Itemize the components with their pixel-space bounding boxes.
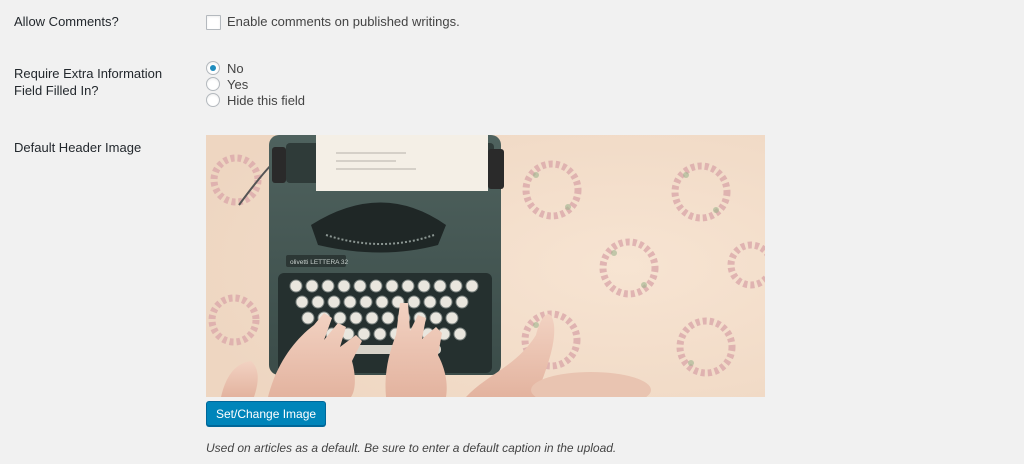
radio-hide-field-label: Hide this field xyxy=(227,93,306,108)
allow-comments-label: Allow Comments? xyxy=(14,14,119,29)
header-image-description: Used on articles as a default. Be sure t… xyxy=(206,441,617,455)
header-image-label: Default Header Image xyxy=(14,140,142,155)
enable-comments-text: Enable comments on published writings. xyxy=(227,14,460,29)
extra-info-label: Require Extra Information Field Filled I… xyxy=(14,66,163,98)
radio-yes[interactable] xyxy=(206,77,220,91)
radio-no[interactable] xyxy=(206,61,220,75)
radio-hide-field[interactable] xyxy=(206,93,220,107)
radio-yes-label: Yes xyxy=(227,77,249,92)
set-change-image-button[interactable]: Set/Change Image xyxy=(206,401,327,426)
typewriter-brand-text: olivetti LETTERA 32 xyxy=(290,259,349,266)
radio-no-label: No xyxy=(227,61,244,76)
typewriter-photo: olivetti LETTERA 32 xyxy=(206,135,765,397)
header-image-preview: olivetti LETTERA 32 xyxy=(206,135,765,397)
enable-comments-checkbox[interactable] xyxy=(206,15,221,30)
